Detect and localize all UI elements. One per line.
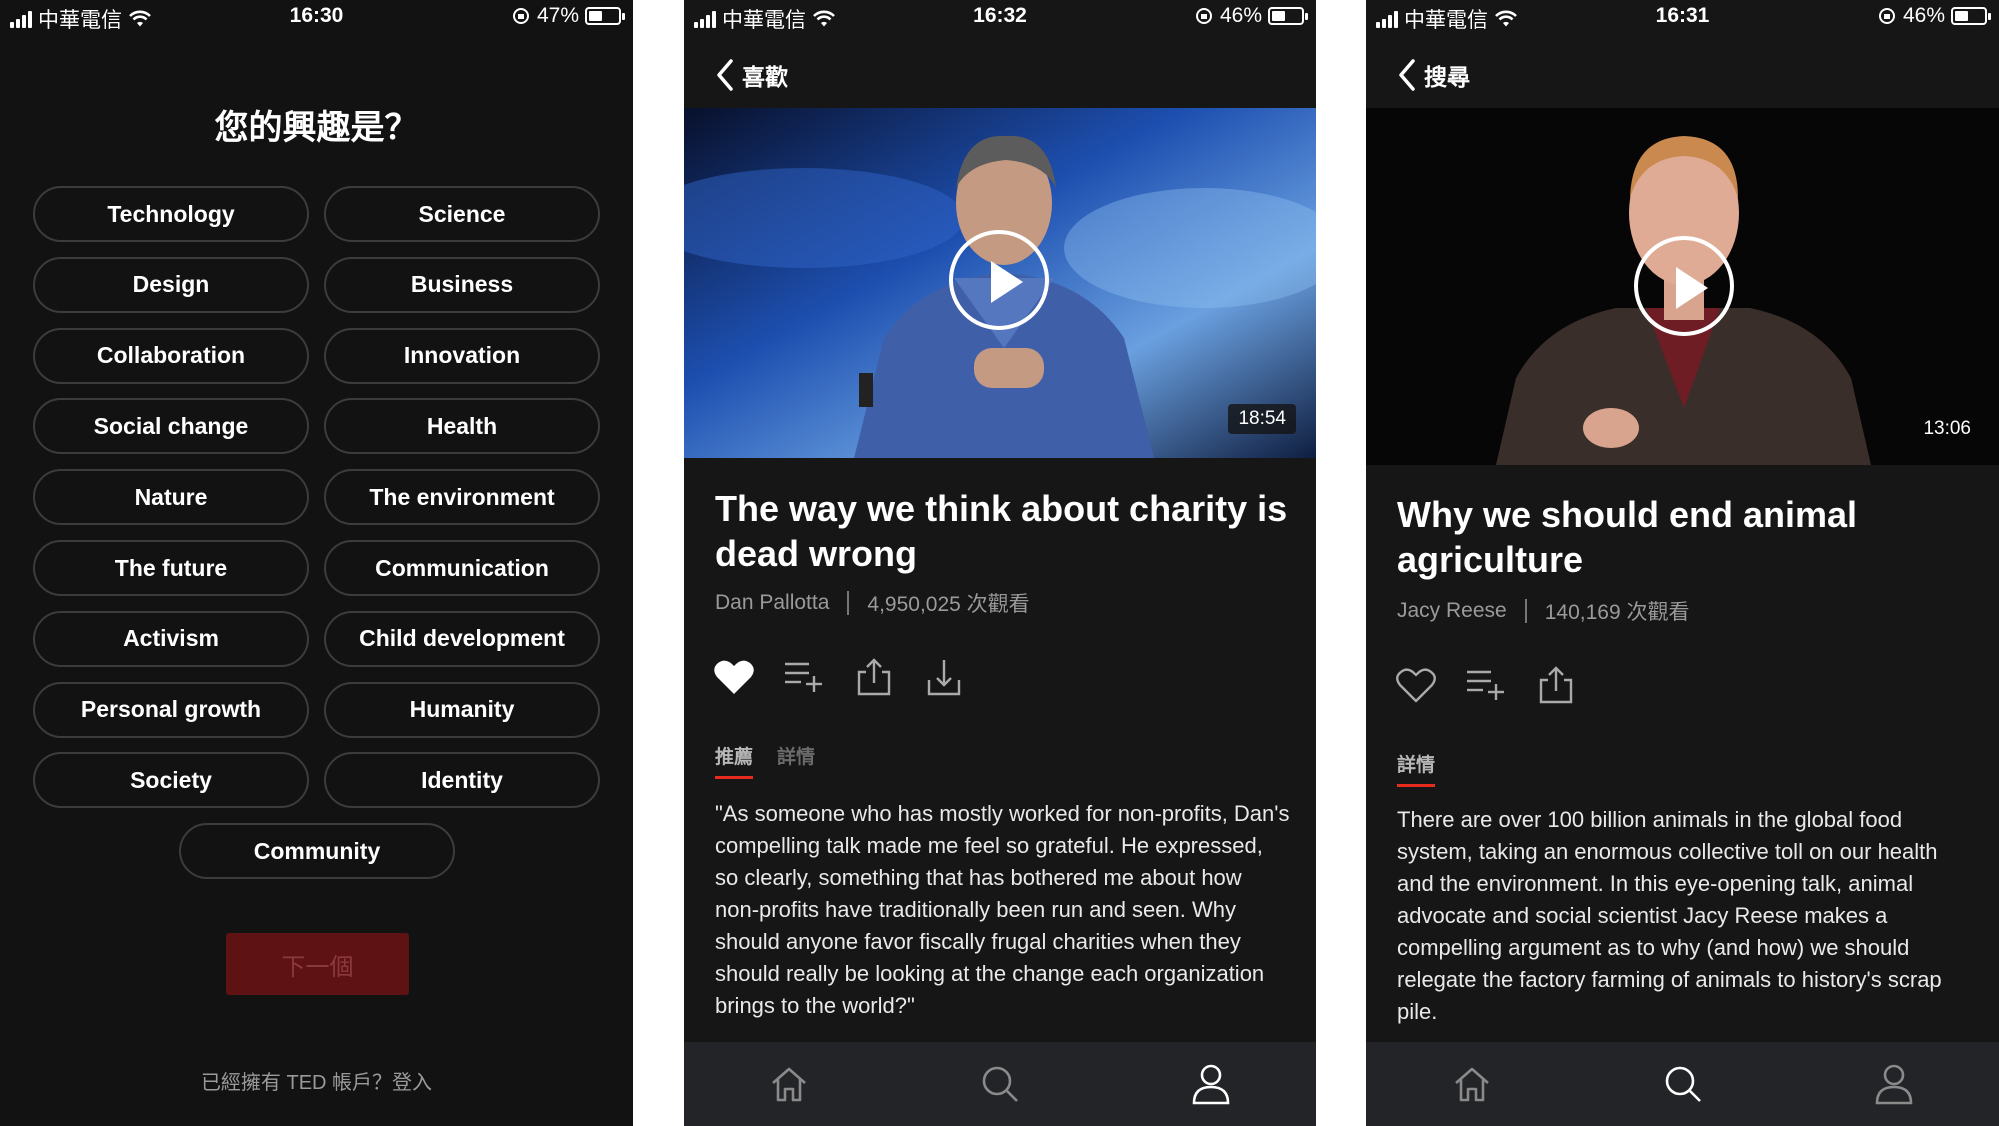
bottom-tab-bar xyxy=(1366,1042,1999,1126)
interest-chip[interactable]: The future xyxy=(33,540,309,596)
add-to-list-icon[interactable] xyxy=(783,658,825,696)
video-player[interactable]: 13:06 xyxy=(1366,108,1999,465)
home-icon xyxy=(1454,1067,1489,1102)
page-title: 您的興趣是？ xyxy=(214,109,419,147)
search-icon xyxy=(1665,1066,1701,1102)
interest-chip[interactable]: Identity xyxy=(324,752,600,809)
orientation-lock-icon xyxy=(1878,8,1895,24)
interest-chip[interactable]: Technology xyxy=(33,186,309,242)
talk-detail-screen-search: 中華電信 16:31 46% 搜尋 13:06 Why we should en… xyxy=(1366,0,1999,1126)
duration-badge: 18:54 xyxy=(1228,404,1296,434)
add-to-list-icon[interactable] xyxy=(1465,666,1507,704)
detail-tabs: 推薦 詳情 xyxy=(715,742,815,779)
interest-chip[interactable]: Collaboration xyxy=(33,327,309,384)
nav-bar: 喜歡 xyxy=(684,40,1316,108)
battery-icon xyxy=(585,7,625,25)
interest-chip[interactable]: Society xyxy=(33,752,309,809)
battery-icon xyxy=(1951,7,1991,25)
interest-chip[interactable]: Nature xyxy=(33,469,309,526)
interest-chip[interactable]: Design xyxy=(33,256,309,313)
interests-screen: 中華電信 16:30 47% 您的興趣是？ Technology Science D… xyxy=(0,0,633,1126)
search-icon xyxy=(982,1066,1018,1102)
interest-chip[interactable]: The environment xyxy=(324,469,600,526)
interest-chip[interactable]: Communication xyxy=(324,540,600,596)
tab-home[interactable] xyxy=(684,1042,895,1126)
battery-icon xyxy=(1268,7,1308,25)
view-count: 4,950,025 次觀看 xyxy=(867,593,1030,616)
profile-icon xyxy=(1192,1064,1229,1105)
speaker-name[interactable]: Dan Pallotta xyxy=(715,591,829,615)
duration-badge: 13:06 xyxy=(1923,418,1971,439)
battery-percent: 47% xyxy=(536,4,579,27)
back-chevron-icon[interactable] xyxy=(1396,58,1418,92)
tab-details[interactable]: 詳情 xyxy=(777,742,815,779)
back-chevron-icon[interactable] xyxy=(714,58,736,92)
status-bar: 中華電信 16:31 46% xyxy=(1366,0,1999,36)
heart-filled-icon[interactable] xyxy=(713,658,755,696)
divider xyxy=(847,591,850,615)
interest-chip[interactable]: Business xyxy=(324,256,600,313)
bottom-tab-bar xyxy=(684,1042,1316,1126)
battery-percent: 46% xyxy=(1902,4,1945,27)
interest-chip[interactable]: Health xyxy=(324,398,600,455)
talk-detail-screen-liked: 中華電信 16:32 46% 喜歡 18:54 The way we think… xyxy=(684,0,1316,1126)
interest-chip[interactable]: Activism xyxy=(33,610,309,667)
divider xyxy=(1524,599,1527,623)
tab-details[interactable]: 詳情 xyxy=(1397,750,1436,787)
interest-chip[interactable]: Humanity xyxy=(324,681,600,738)
play-button[interactable] xyxy=(949,230,1049,330)
tab-recommend[interactable]: 推薦 xyxy=(715,742,754,779)
profile-icon xyxy=(1875,1064,1912,1105)
status-bar: 中華電信 16:32 46% xyxy=(684,0,1316,36)
next-button[interactable]: 下一個 xyxy=(226,933,409,995)
interest-chip[interactable]: Personal growth xyxy=(33,681,309,738)
tab-home[interactable] xyxy=(1366,1042,1577,1126)
tab-search[interactable] xyxy=(895,1042,1106,1126)
share-icon[interactable] xyxy=(1535,666,1577,704)
back-label[interactable]: 搜尋 xyxy=(1424,58,1470,92)
tab-profile[interactable] xyxy=(1105,1042,1316,1126)
heart-outline-icon[interactable] xyxy=(1395,666,1437,704)
back-label[interactable]: 喜歡 xyxy=(742,58,788,92)
play-button[interactable] xyxy=(1634,236,1734,336)
battery-percent: 46% xyxy=(1219,4,1262,27)
status-bar: 中華電信 16:30 47% xyxy=(0,0,633,36)
share-icon[interactable] xyxy=(853,658,895,696)
video-player[interactable]: 18:54 xyxy=(684,108,1316,458)
tab-profile[interactable] xyxy=(1788,1042,1999,1126)
home-icon xyxy=(772,1067,807,1102)
login-link[interactable]: 已經擁有 TED 帳戶？登入 xyxy=(0,1066,633,1095)
interest-chip[interactable]: Social change xyxy=(33,398,309,455)
talk-title: Why we should end animal agriculture xyxy=(1397,494,1858,580)
talk-title: The way we think about charity is dead w… xyxy=(715,488,1288,574)
interest-chip[interactable]: Innovation xyxy=(324,327,600,384)
download-icon[interactable] xyxy=(923,658,965,696)
interest-chip[interactable]: Science xyxy=(324,186,600,242)
orientation-lock-icon xyxy=(512,8,529,24)
detail-tabs: 詳情 xyxy=(1397,750,1436,787)
interest-chip[interactable]: Child development xyxy=(324,610,600,667)
view-count: 140,169 次觀看 xyxy=(1544,601,1690,624)
tab-search[interactable] xyxy=(1577,1042,1788,1126)
nav-bar: 搜尋 xyxy=(1366,40,1999,108)
talk-description: There are over 100 billion animals in th… xyxy=(1397,807,1942,1024)
talk-description: "As someone who has mostly worked for no… xyxy=(715,801,1290,1018)
speaker-name[interactable]: Jacy Reese xyxy=(1397,599,1507,623)
interest-chip[interactable]: Community xyxy=(179,823,455,880)
orientation-lock-icon xyxy=(1195,8,1212,24)
